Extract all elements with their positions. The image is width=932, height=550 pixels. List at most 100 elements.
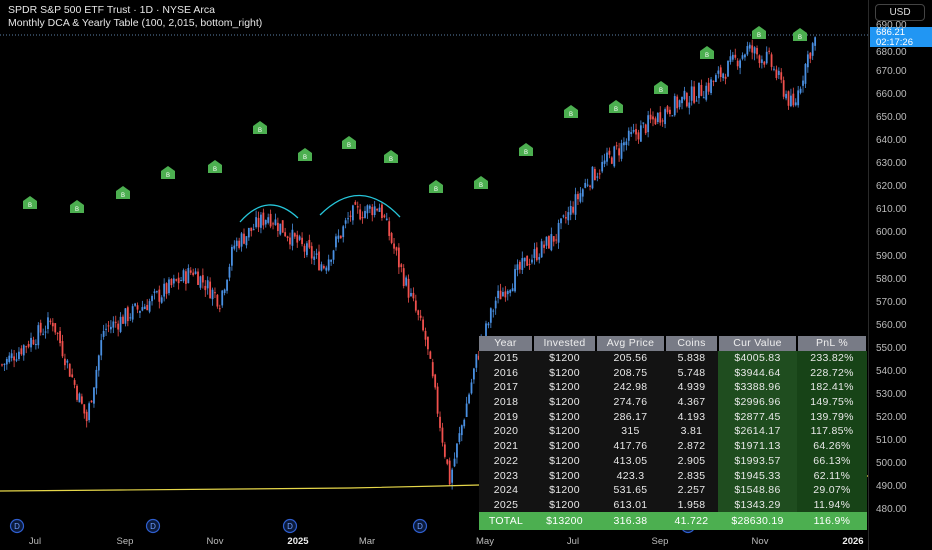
candle-body <box>499 290 502 300</box>
candle-body <box>146 304 149 311</box>
candle-body <box>698 82 700 99</box>
candle-body <box>719 67 722 77</box>
candle-body <box>734 54 737 58</box>
buy-marker-label: B <box>258 128 262 134</box>
buy-marker-label: B <box>798 35 802 41</box>
time-label: Sep <box>651 536 669 547</box>
candle-body <box>644 124 647 134</box>
table-cell: 423.3 <box>596 468 665 483</box>
buy-marker-label: B <box>213 167 217 173</box>
time-label: Mar <box>358 536 376 547</box>
candle-body <box>606 152 608 162</box>
candle-body <box>758 55 761 64</box>
table-cell: $1200 <box>533 424 596 439</box>
buy-marker-label: B <box>389 157 393 163</box>
indicator-title[interactable]: Monthly DCA & Yearly Table (100, 2,015, … <box>8 17 262 30</box>
candle-body <box>410 292 412 297</box>
candle-body <box>753 47 756 54</box>
time-label: 2026 <box>842 536 864 547</box>
table-row: 2025 $1200 613.01 1.958 $1343.29 11.94% <box>479 497 867 513</box>
candle-body <box>780 72 783 80</box>
price-label: 560.00 <box>876 319 907 331</box>
candle-body <box>175 279 178 281</box>
candle-body <box>741 55 744 59</box>
candle-body <box>567 212 570 221</box>
candle-body <box>453 458 456 467</box>
candle-body <box>574 194 577 215</box>
candle-body <box>214 292 216 294</box>
candle-body <box>102 331 105 337</box>
candle-body <box>218 308 221 310</box>
table-row: 2015 $1200 205.56 5.838 $4005.83 233.82% <box>479 350 867 366</box>
candle-body <box>39 322 42 333</box>
candle-body <box>93 387 95 404</box>
candle-body <box>117 323 120 330</box>
candle-body <box>276 222 279 231</box>
candle-body <box>97 355 100 371</box>
candle-body <box>73 380 76 385</box>
buy-marker-label: B <box>479 183 483 189</box>
price-label: 660.00 <box>876 89 907 101</box>
candle-body <box>356 206 359 208</box>
candle-body <box>659 112 662 123</box>
candle-body <box>47 317 49 330</box>
candle-body <box>427 336 429 350</box>
candle-body <box>746 46 749 55</box>
candle-body <box>613 146 616 167</box>
time-label: Nov <box>206 536 224 547</box>
candle-body <box>579 193 582 202</box>
candle-body <box>56 332 59 334</box>
candle-body <box>770 54 773 67</box>
symbol-title[interactable]: SPDR S&P 500 ETF Trust · 1D · NYSE Arca <box>8 4 262 17</box>
total-cell: $13200 <box>533 512 596 531</box>
candle-body <box>240 233 243 247</box>
candle-body <box>485 323 487 337</box>
buy-marker-label: B <box>524 150 528 156</box>
candle-body <box>349 215 352 217</box>
buy-marker-label: B <box>659 88 663 94</box>
candle-body <box>460 425 463 436</box>
candle-body <box>465 403 468 418</box>
candle-body <box>303 245 306 252</box>
candle-body <box>1 364 3 366</box>
table-cell: 3.81 <box>665 424 718 439</box>
buy-marker-label: B <box>303 155 307 161</box>
candle-body <box>744 54 746 58</box>
candle-body <box>330 259 333 262</box>
candle-body <box>88 403 91 421</box>
candle-body <box>797 90 800 106</box>
candle-body <box>42 333 45 335</box>
candle-body <box>318 251 320 271</box>
candle-body <box>497 290 499 299</box>
candle-body <box>790 95 792 107</box>
candle-body <box>773 68 775 70</box>
candle-body <box>10 353 13 359</box>
price-label: 600.00 <box>876 227 907 239</box>
candle-body <box>550 234 553 251</box>
currency-button[interactable]: USD <box>875 4 925 21</box>
candle-body <box>540 241 543 258</box>
chart-legend: SPDR S&P 500 ETF Trust · 1D · NYSE Arca … <box>8 4 262 30</box>
candle-body <box>564 217 567 219</box>
total-cell: 116.9% <box>797 512 867 531</box>
price-label: 520.00 <box>876 411 907 423</box>
candle-body <box>514 269 516 292</box>
table-cell: $4005.83 <box>718 350 797 366</box>
candle-body <box>189 270 192 273</box>
candle-body <box>521 258 524 270</box>
candle-body <box>596 176 599 178</box>
candle-body <box>586 184 589 186</box>
candle-body <box>649 114 652 120</box>
candle-body <box>610 157 613 164</box>
candle-body <box>635 129 637 135</box>
candle-body <box>187 268 190 284</box>
table-cell: 242.98 <box>596 380 665 395</box>
candle-body <box>15 359 18 361</box>
candle-body <box>20 348 23 355</box>
price-label: 680.00 <box>876 47 907 58</box>
candle-body <box>768 50 771 52</box>
candle-body <box>160 297 163 303</box>
price-label: 670.00 <box>876 66 907 78</box>
candle-body <box>673 96 676 116</box>
candle-body <box>608 150 611 155</box>
